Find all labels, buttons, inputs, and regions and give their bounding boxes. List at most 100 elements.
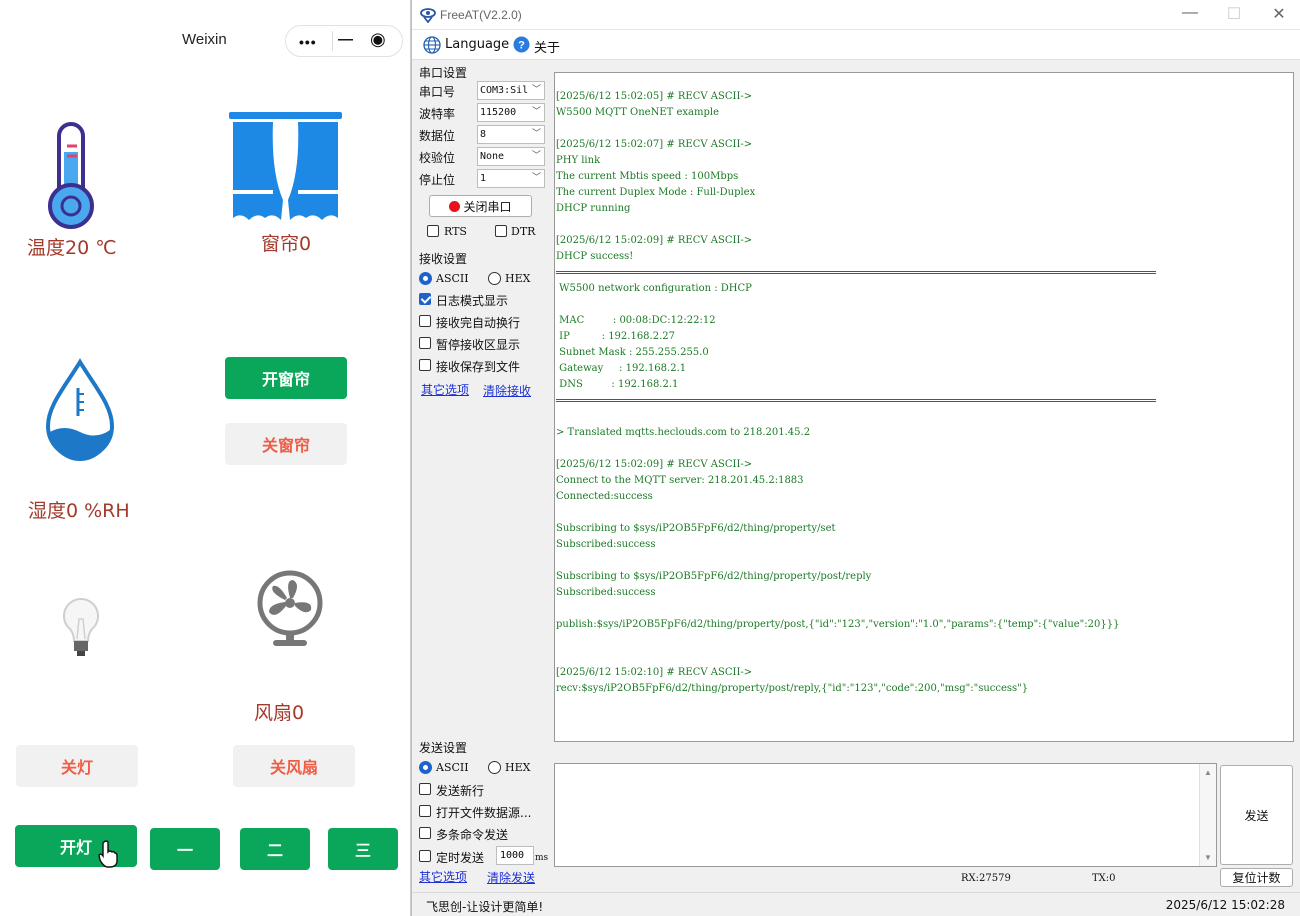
multi-command-label: 多条命令发送 bbox=[436, 828, 509, 842]
scroll-down-icon[interactable]: ▼ bbox=[1204, 853, 1212, 862]
dtr-label: DTR bbox=[511, 225, 536, 238]
light-bulb-icon bbox=[62, 597, 100, 656]
receive-terminal[interactable]: [2025/6/12 15:02:05] # RECV ASCII-> W5500… bbox=[554, 72, 1294, 742]
menu-bar: Language ? 关于 bbox=[412, 30, 1300, 60]
receive-other-options-link[interactable]: 其它选项 bbox=[421, 381, 469, 398]
dtr-checkbox[interactable] bbox=[495, 225, 507, 237]
clear-receive-link[interactable]: 清除接收 bbox=[483, 382, 531, 399]
receive-hex-label: HEX bbox=[505, 272, 531, 285]
databits-select[interactable]: 8 ﹀ bbox=[477, 125, 545, 144]
terminal-separator bbox=[556, 271, 1156, 274]
terminal-line: > Translated mqtts.heclouds.com to 218.2… bbox=[556, 427, 811, 438]
terminal-line: Connected:success bbox=[556, 491, 653, 502]
terminal-separator bbox=[556, 399, 1156, 402]
receive-ascii-radio[interactable] bbox=[419, 272, 432, 285]
save-to-file-checkbox[interactable] bbox=[419, 359, 431, 371]
serial-settings-header: 串口设置 bbox=[419, 66, 468, 80]
send-hex-radio[interactable] bbox=[488, 761, 501, 774]
terminal-line: The current Duplex Mode : Full-Duplex bbox=[556, 187, 756, 198]
parity-select[interactable]: None ﹀ bbox=[477, 147, 545, 166]
terminal-line: W5500 MQTT OneNET example bbox=[556, 107, 720, 118]
terminal-line: [2025/6/12 15:02:07] # RECV ASCII-> bbox=[556, 139, 753, 150]
send-scrollbar[interactable]: ▲ ▼ bbox=[1199, 764, 1216, 866]
terminal-line: Gateway : 192.168.2.1 bbox=[556, 363, 687, 374]
clear-send-link[interactable]: 清除发送 bbox=[487, 869, 535, 886]
terminal-line: publish:$sys/iP2OB5FpF6/d2/thing/propert… bbox=[556, 619, 1120, 630]
auto-newline-checkbox[interactable] bbox=[419, 315, 431, 327]
multi-command-checkbox[interactable] bbox=[419, 827, 431, 839]
pause-display-checkbox[interactable] bbox=[419, 337, 431, 349]
humidity-label: 湿度0 %RH bbox=[28, 500, 130, 522]
app-logo-icon bbox=[420, 8, 436, 23]
more-icon[interactable]: ••• bbox=[299, 34, 317, 50]
close-miniprogram-icon[interactable]: ◉ bbox=[370, 29, 386, 50]
fan-level-2-button[interactable]: 二 bbox=[240, 828, 310, 870]
terminal-line: MAC : 00:08:DC:12:22:12 bbox=[556, 315, 716, 326]
log-mode-checkbox[interactable] bbox=[419, 293, 431, 305]
close-window-button[interactable]: ✕ bbox=[1264, 4, 1294, 24]
curtain-label: 窗帘0 bbox=[261, 233, 312, 255]
menu-about[interactable]: 关于 bbox=[534, 37, 560, 56]
send-ascii-label: ASCII bbox=[436, 761, 469, 774]
stopbits-label: 停止位 bbox=[419, 173, 456, 187]
reset-count-button[interactable]: 复位计数 bbox=[1220, 868, 1293, 887]
terminal-line: [2025/6/12 15:02:05] # RECV ASCII-> bbox=[556, 91, 753, 102]
timed-send-checkbox[interactable] bbox=[419, 850, 431, 862]
freeat-window: FreeAT(V2.2.0) — ☐ ✕ Language ? 关于 串口设置 … bbox=[411, 0, 1300, 916]
weixin-title: Weixin bbox=[182, 31, 227, 48]
terminal-line: W5500 network configuration : DHCP bbox=[556, 283, 752, 294]
fan-icon bbox=[257, 570, 323, 646]
log-mode-label: 日志模式显示 bbox=[436, 294, 509, 308]
minimize-window-button[interactable]: — bbox=[1175, 4, 1205, 22]
light-on-button[interactable]: 开灯 bbox=[15, 825, 137, 867]
chevron-down-icon: ﹀ bbox=[531, 129, 541, 139]
scroll-up-icon[interactable]: ▲ bbox=[1204, 768, 1212, 777]
rts-checkbox[interactable] bbox=[427, 225, 439, 237]
weixin-miniprogram: Weixin ••• — ◉ 温度20 ℃ 窗帘0 湿度0 %RH 开窗帘 关窗… bbox=[0, 0, 411, 916]
send-newline-label: 发送新行 bbox=[436, 784, 485, 798]
minimize-icon[interactable]: — bbox=[338, 31, 353, 48]
baud-select[interactable]: 115200 ﹀ bbox=[477, 103, 545, 122]
close-curtain-button[interactable]: 关窗帘 bbox=[225, 423, 347, 465]
auto-newline-label: 接收完自动换行 bbox=[436, 316, 521, 330]
fan-label: 风扇0 bbox=[254, 702, 305, 724]
port-value: COM3:Sil bbox=[480, 85, 529, 96]
send-ascii-radio[interactable] bbox=[419, 761, 432, 774]
timed-interval-input[interactable]: 1000 bbox=[496, 846, 534, 865]
fan-off-button[interactable]: 关风扇 bbox=[233, 745, 355, 787]
maximize-window-button[interactable]: ☐ bbox=[1219, 4, 1249, 24]
close-port-button[interactable]: 关闭串口 bbox=[429, 195, 532, 217]
fan-level-3-button[interactable]: 三 bbox=[328, 828, 398, 870]
temperature-label: 温度20 ℃ bbox=[27, 237, 117, 259]
send-input[interactable]: ▲ ▼ bbox=[554, 763, 1217, 867]
terminal-line: Subnet Mask : 255.255.255.0 bbox=[556, 347, 709, 358]
receive-hex-radio[interactable] bbox=[488, 272, 501, 285]
light-off-button[interactable]: 关灯 bbox=[16, 745, 138, 787]
baud-label: 波特率 bbox=[419, 107, 456, 121]
open-file-checkbox[interactable] bbox=[419, 805, 431, 817]
rx-count: RX:27579 bbox=[961, 873, 1011, 884]
terminal-line: The current Mbtis speed : 100Mbps bbox=[556, 171, 739, 182]
stopbits-select[interactable]: 1 ﹀ bbox=[477, 169, 545, 188]
chevron-down-icon: ﹀ bbox=[531, 151, 541, 161]
interval-unit-label: ms bbox=[535, 853, 549, 863]
send-button[interactable]: 发送 bbox=[1220, 765, 1293, 865]
open-curtain-button[interactable]: 开窗帘 bbox=[225, 357, 347, 399]
chevron-down-icon: ﹀ bbox=[531, 85, 541, 95]
terminal-line: Subscribing to $sys/iP2OB5FpF6/d2/thing/… bbox=[556, 523, 836, 534]
send-other-options-link[interactable]: 其它选项 bbox=[419, 868, 467, 885]
send-newline-checkbox[interactable] bbox=[419, 783, 431, 795]
menu-language[interactable]: Language bbox=[445, 37, 509, 52]
hand-cursor-icon bbox=[98, 840, 118, 868]
fan-level-1-button[interactable]: 一 bbox=[150, 828, 220, 870]
port-select[interactable]: COM3:Sil ﹀ bbox=[477, 81, 545, 100]
stopbits-value: 1 bbox=[480, 173, 487, 184]
svg-text:?: ? bbox=[518, 40, 525, 52]
title-bar: FreeAT(V2.2.0) — ☐ ✕ bbox=[412, 0, 1300, 30]
terminal-line: Subscribed:success bbox=[556, 587, 656, 598]
send-settings-header: 发送设置 bbox=[419, 741, 468, 755]
send-hex-label: HEX bbox=[505, 761, 531, 774]
chevron-down-icon: ﹀ bbox=[531, 107, 541, 117]
baud-value: 115200 bbox=[480, 107, 517, 118]
window-title: FreeAT(V2.2.0) bbox=[440, 8, 522, 22]
